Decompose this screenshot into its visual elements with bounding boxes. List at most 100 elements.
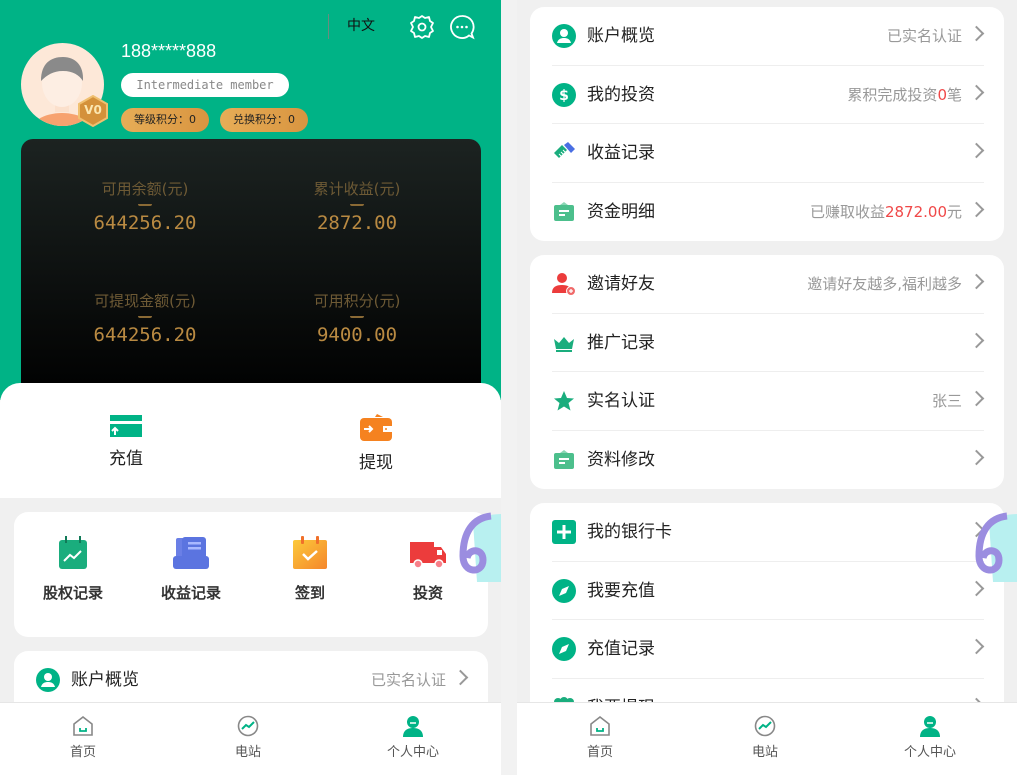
star-icon [554,391,574,411]
exchange-points-badge: 兑换积分：0 [220,108,308,132]
row-label: 资料修改 [587,449,655,470]
stat-label: 可用余额(元) [101,180,189,198]
user-circle-icon [36,668,60,692]
level-points-badge: 等级积分：0 [121,108,209,132]
stat-tick [138,316,152,318]
row-value: 已实名认证 [886,27,962,45]
tab-profile[interactable]: 个人中心 [363,715,463,760]
vip-level-text: V0 [84,103,102,117]
right-screen: 账户概览 已实名认证 $ 我的投资 累积完成投资0笔 收益记录 资金明细 已赚取… [517,0,1017,775]
chart-circle-icon [754,715,776,737]
row-label: 我要充值 [587,580,655,601]
language-switch[interactable]: 中文 [340,16,382,36]
menu-fund-details[interactable]: 资金明细 已赚取收益2872.00元 [552,183,985,242]
value-suffix: 元 [946,202,962,221]
withdraw-button[interactable]: 提现 [316,413,436,473]
stat-tick [350,316,364,318]
menu-income-records[interactable]: 收益记录 [552,124,985,183]
tab-station[interactable]: 电站 [198,715,298,760]
row-label: 我的投资 [587,84,655,105]
chevron-right-icon [968,390,985,407]
tab-home[interactable]: 首页 [550,715,650,760]
menu-group-social: 邀请好友 邀请好友越多,福利越多 推广记录 实名认证 张三 资料修改 [530,255,1004,489]
tab-home[interactable]: 首页 [33,715,133,760]
stat-withdrawable: 可提现金额(元) 644256.20 [30,290,260,346]
investment-count: 0 [937,85,947,104]
menu-bank-card[interactable]: 我的银行卡 [552,503,985,562]
person-icon [920,716,940,737]
menu-invite-friends[interactable]: 邀请好友 邀请好友越多,福利越多 [552,255,985,314]
row-label: 账户概览 [71,670,139,690]
tab-label: 电站 [751,745,778,760]
home-icon [73,715,93,736]
chart-calendar-icon [59,536,87,569]
menu-account-overview[interactable]: 账户概览 已实名认证 [552,7,985,66]
grid-item-label: 股权记录 [42,584,103,602]
check-calendar-icon [293,536,327,569]
truck-icon [410,542,446,569]
row-label: 推广记录 [587,332,655,353]
wallet-icon [360,414,392,441]
grid-item-sign-in[interactable]: 签到 [260,536,360,603]
member-level-pill: Intermediate member [121,73,289,97]
grid-item-label: 签到 [294,584,325,602]
chevron-right-icon [968,449,985,465]
customer-service-icon[interactable] [459,512,501,586]
menu-promotion-records[interactable]: 推广记录 [552,314,985,372]
left-screen: 中文 V0 188*****888 Intermediate member 等级… [0,0,501,775]
stat-label: 累计收益(元) [313,180,401,198]
chart-circle-icon [237,715,259,737]
tab-bar: 首页 电站 个人中心 [0,702,501,775]
chevron-right-icon [968,638,985,655]
user-phone: 188*****888 [121,41,217,61]
stat-value: 644256.20 [93,324,197,346]
stat-label: 可用积分(元) [313,292,401,310]
row-label: 实名认证 [587,391,655,411]
row-label: 账户概览 [587,26,655,46]
recharge-button[interactable]: 充值 [66,413,186,469]
customer-service-icon[interactable] [975,512,1017,586]
user-circle-icon [552,24,576,48]
menu-edit-profile[interactable]: 资料修改 [552,431,985,490]
briefcase-icon [554,201,574,221]
row-label: 邀请好友 [587,274,655,294]
value-prefix: 累积完成投资 [847,85,938,104]
menu-my-investment[interactable]: $ 我的投资 累积完成投资0笔 [552,66,985,124]
feature-grid: 股权记录 收益记录 签到 投资 [14,512,488,637]
divider [328,14,329,39]
tab-label: 首页 [69,745,96,760]
grid-item-income-records[interactable]: 收益记录 [141,536,241,603]
plus-square-icon [552,520,576,544]
recharge-label: 充值 [109,449,143,469]
compass-icon [552,637,576,661]
quick-actions: 充值 提现 [0,383,501,498]
menu-real-name-verification[interactable]: 实名认证 张三 [552,372,985,431]
stat-total-income: 累计收益(元) 2872.00 [242,178,472,234]
chevron-right-icon [452,669,469,686]
row-label: 充值记录 [587,639,655,659]
card-upload-icon [110,415,142,437]
chat-bubble-icon[interactable] [449,14,475,40]
tab-profile[interactable]: 个人中心 [880,715,980,760]
tab-label: 首页 [586,745,613,760]
account-overview-row[interactable]: 账户概览 已实名认证 [36,651,469,710]
withdraw-label: 提现 [359,453,393,473]
verified-name: 张三 [931,392,962,410]
svg-text:$: $ [559,88,569,104]
chevron-right-icon [968,25,985,42]
crown-icon [554,336,574,352]
gear-icon[interactable] [409,14,435,40]
chevron-right-icon [968,142,985,159]
grid-item-label: 收益记录 [160,584,221,602]
balance-card: 可用余额(元) 644256.20 累计收益(元) 2872.00 可提现金额(元)… [21,139,481,399]
briefcase-icon [554,449,574,469]
row-value: 已赚取收益2872.00元 [810,183,962,241]
tab-station[interactable]: 电站 [715,715,815,760]
row-value: 邀请好友越多,福利越多 [807,275,962,293]
compass-icon [552,578,576,603]
grid-item-equity-records[interactable]: 股权记录 [23,536,123,603]
tab-bar: 首页 电站 个人中心 [517,702,1017,775]
menu-recharge-records[interactable]: 充值记录 [552,620,985,679]
chevron-right-icon [968,273,985,290]
menu-recharge[interactable]: 我要充值 [552,562,985,620]
